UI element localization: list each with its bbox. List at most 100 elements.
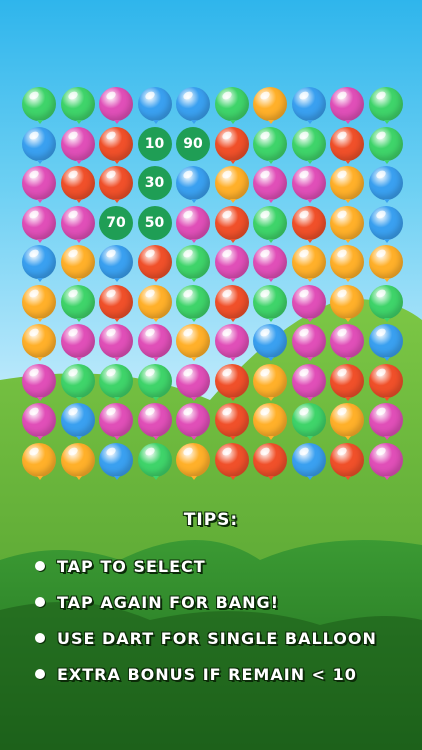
magenta-balloon[interactable] xyxy=(253,245,287,279)
red-balloon[interactable] xyxy=(137,245,172,279)
orange-balloon[interactable] xyxy=(368,245,403,279)
blue-balloon[interactable] xyxy=(176,87,210,121)
red-balloon[interactable] xyxy=(330,442,364,477)
red-balloon[interactable] xyxy=(60,166,95,200)
magenta-balloon[interactable] xyxy=(291,363,326,398)
green-balloon[interactable] xyxy=(60,87,95,121)
green-balloon[interactable] xyxy=(368,126,403,161)
magenta-balloon[interactable] xyxy=(330,87,364,121)
green-balloon[interactable] xyxy=(176,245,210,279)
magenta-balloon[interactable] xyxy=(253,166,287,200)
magenta-balloon[interactable] xyxy=(291,324,326,358)
orange-balloon[interactable] xyxy=(330,166,364,200)
blue-balloon[interactable] xyxy=(22,245,56,279)
orange-balloon[interactable] xyxy=(22,324,56,358)
green-balloon[interactable] xyxy=(137,442,172,477)
orange-balloon[interactable] xyxy=(60,442,95,477)
magenta-balloon[interactable] xyxy=(291,166,326,200)
red-balloon[interactable] xyxy=(214,403,249,437)
green-balloon[interactable] xyxy=(253,126,287,161)
red-balloon[interactable] xyxy=(99,166,133,200)
red-balloon[interactable] xyxy=(291,205,326,240)
magenta-balloon[interactable] xyxy=(176,363,210,398)
red-balloon[interactable] xyxy=(330,363,364,398)
green-balloon[interactable] xyxy=(60,284,95,319)
green-balloon[interactable] xyxy=(253,205,287,240)
red-balloon[interactable] xyxy=(214,442,249,477)
magenta-balloon[interactable] xyxy=(176,205,210,240)
red-balloon[interactable] xyxy=(368,363,403,398)
orange-balloon[interactable] xyxy=(330,205,364,240)
orange-balloon[interactable] xyxy=(330,284,364,319)
orange-balloon[interactable] xyxy=(291,245,326,279)
orange-balloon[interactable] xyxy=(22,284,56,319)
orange-balloon[interactable] xyxy=(137,284,172,319)
green-balloon[interactable] xyxy=(291,403,326,437)
magenta-balloon[interactable] xyxy=(137,403,172,437)
green-balloon[interactable] xyxy=(60,363,95,398)
magenta-balloon[interactable] xyxy=(291,284,326,319)
magenta-balloon[interactable] xyxy=(368,403,403,437)
magenta-balloon[interactable] xyxy=(214,245,249,279)
green-balloon[interactable] xyxy=(291,126,326,161)
orange-balloon[interactable] xyxy=(214,166,249,200)
blue-balloon[interactable] xyxy=(137,87,172,121)
magenta-balloon[interactable] xyxy=(60,126,95,161)
orange-balloon[interactable] xyxy=(253,403,287,437)
red-balloon[interactable] xyxy=(214,284,249,319)
magenta-balloon[interactable] xyxy=(22,205,56,240)
blue-balloon[interactable] xyxy=(291,442,326,477)
score-bubble: 90 xyxy=(176,126,210,161)
green-balloon[interactable] xyxy=(22,87,56,121)
red-balloon[interactable] xyxy=(214,126,249,161)
blue-balloon[interactable] xyxy=(99,442,133,477)
blue-balloon[interactable] xyxy=(60,403,95,437)
blue-balloon[interactable] xyxy=(291,87,326,121)
score-bubble: 30 xyxy=(137,166,172,200)
green-balloon[interactable] xyxy=(253,284,287,319)
red-balloon[interactable] xyxy=(214,205,249,240)
orange-balloon[interactable] xyxy=(330,403,364,437)
red-balloon[interactable] xyxy=(99,284,133,319)
magenta-balloon[interactable] xyxy=(22,403,56,437)
magenta-balloon[interactable] xyxy=(214,324,249,358)
bullet-icon xyxy=(35,597,45,607)
red-balloon[interactable] xyxy=(99,126,133,161)
green-balloon[interactable] xyxy=(99,363,133,398)
red-balloon[interactable] xyxy=(214,363,249,398)
magenta-balloon[interactable] xyxy=(330,324,364,358)
orange-balloon[interactable] xyxy=(176,442,210,477)
blue-balloon[interactable] xyxy=(368,166,403,200)
green-balloon[interactable] xyxy=(176,284,210,319)
red-balloon[interactable] xyxy=(253,442,287,477)
green-balloon[interactable] xyxy=(214,87,249,121)
blue-balloon[interactable] xyxy=(253,324,287,358)
orange-balloon[interactable] xyxy=(176,324,210,358)
blue-balloon[interactable] xyxy=(368,205,403,240)
magenta-balloon[interactable] xyxy=(99,87,133,121)
green-balloon[interactable] xyxy=(368,284,403,319)
magenta-balloon[interactable] xyxy=(99,403,133,437)
orange-balloon[interactable] xyxy=(253,363,287,398)
magenta-balloon[interactable] xyxy=(22,166,56,200)
blue-balloon[interactable] xyxy=(99,245,133,279)
orange-balloon[interactable] xyxy=(60,245,95,279)
magenta-balloon[interactable] xyxy=(22,363,56,398)
green-balloon[interactable] xyxy=(368,87,403,121)
orange-balloon[interactable] xyxy=(330,245,364,279)
blue-balloon[interactable] xyxy=(176,166,210,200)
green-balloon[interactable] xyxy=(137,363,172,398)
orange-balloon[interactable] xyxy=(22,442,56,477)
magenta-balloon[interactable] xyxy=(368,442,403,477)
orange-balloon[interactable] xyxy=(253,87,287,121)
magenta-balloon[interactable] xyxy=(137,324,172,358)
score-bubble: 50 xyxy=(137,205,172,240)
blue-balloon[interactable] xyxy=(368,324,403,358)
red-balloon[interactable] xyxy=(330,126,364,161)
magenta-balloon[interactable] xyxy=(60,324,95,358)
magenta-balloon[interactable] xyxy=(99,324,133,358)
blue-balloon[interactable] xyxy=(22,126,56,161)
tip-text: USE DART FOR SINGLE BALLOON xyxy=(57,628,377,648)
magenta-balloon[interactable] xyxy=(60,205,95,240)
magenta-balloon[interactable] xyxy=(176,403,210,437)
